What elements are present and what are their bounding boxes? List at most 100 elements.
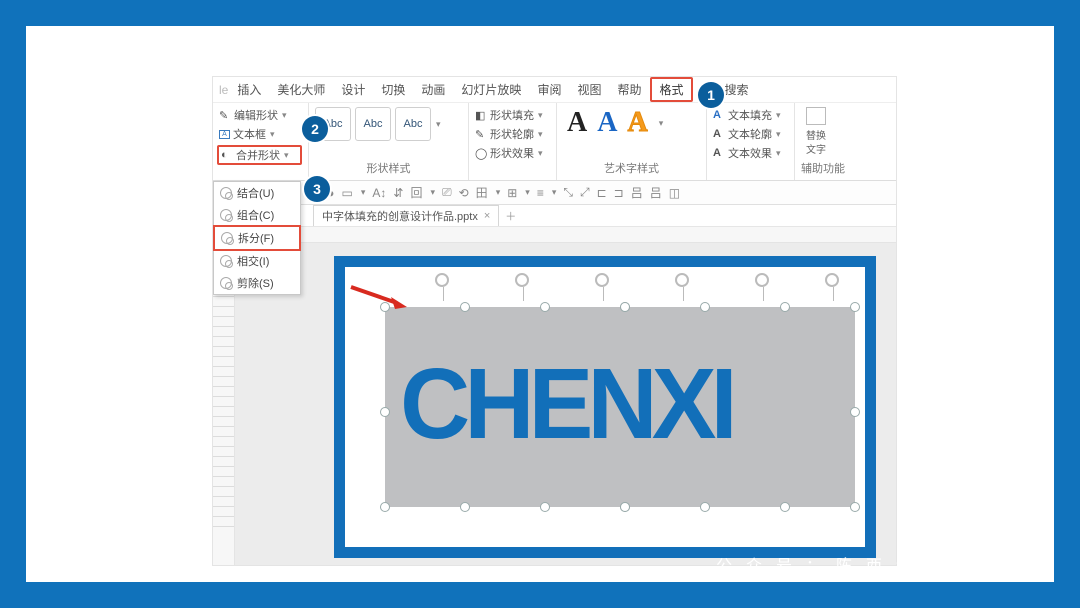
wordart-more-icon[interactable]: ▾ <box>659 118 664 129</box>
merge-subtract[interactable]: 剪除(S) <box>214 272 300 294</box>
wordart-gallery[interactable]: A A A ▾ <box>563 107 700 139</box>
menu-beautify[interactable]: 美化大师 <box>270 79 332 100</box>
accessibility-caption: 辅助功能 <box>801 159 845 176</box>
ribbon-group-shape-styles: Abc Abc Abc ▾ 形状样式 <box>309 103 469 180</box>
qt-icon[interactable]: ◫ <box>669 186 680 200</box>
document-tab[interactable]: 中字体填充的创意设计作品.pptx × <box>313 205 499 226</box>
shape-fill-button[interactable]: ◧形状填充▾ <box>475 107 550 123</box>
text-outline-button[interactable]: A文本轮廓▾ <box>713 126 788 142</box>
resize-handle[interactable] <box>380 502 390 512</box>
qt-icon[interactable]: 回 <box>410 184 422 201</box>
slide-stage[interactable]: CHENXI <box>235 227 896 565</box>
alt-text-icon <box>806 107 826 125</box>
fill-icon: ◧ <box>475 109 487 121</box>
resize-handle[interactable] <box>540 502 550 512</box>
close-tab-icon[interactable]: × <box>484 210 490 222</box>
text-fx-icon: A <box>713 147 725 159</box>
resize-handle[interactable] <box>850 502 860 512</box>
resize-handle[interactable] <box>380 407 390 417</box>
wordart-style-2[interactable]: A <box>597 107 617 139</box>
ribbon-group-wordart: A A A ▾ 艺术字样式 <box>557 103 707 180</box>
merge-split[interactable]: 拆分(F) <box>213 225 301 251</box>
resize-handle[interactable] <box>620 302 630 312</box>
outer-frame: le 插入 美化大师 设计 切换 动画 幻灯片放映 审阅 视图 帮助 格式 🔍 … <box>26 26 1054 582</box>
shape-effects-button[interactable]: ◯形状效果▾ <box>475 145 550 161</box>
qt-icon[interactable]: ⊐ <box>614 186 624 200</box>
outline-icon: ✎ <box>475 128 487 140</box>
resize-handle[interactable] <box>620 502 630 512</box>
resize-handle[interactable] <box>850 407 860 417</box>
qt-icon[interactable]: ⎚ <box>442 185 452 200</box>
badge-2: 2 <box>302 116 328 142</box>
ribbon-group-shape-fill: ◧形状填充▾ ✎形状轮廓▾ ◯形状效果▾ <box>469 103 557 180</box>
qt-icon[interactable]: 田 <box>476 184 488 201</box>
resize-handle[interactable] <box>700 502 710 512</box>
merge-shapes-button[interactable]: ◐合并形状▾ <box>217 145 302 165</box>
textbox-icon: A <box>219 130 230 139</box>
text-effects-button[interactable]: A文本效果▾ <box>713 145 788 161</box>
resize-handle[interactable] <box>780 502 790 512</box>
qt-icon[interactable]: ▭ <box>342 186 353 200</box>
qt-icon[interactable]: 吕 <box>631 184 643 201</box>
shape-outline-button[interactable]: ✎形状轮廓▾ <box>475 126 550 142</box>
resize-handle[interactable] <box>540 302 550 312</box>
menu-help[interactable]: 帮助 <box>610 79 648 100</box>
wordart-style-3[interactable]: A <box>627 107 647 139</box>
new-tab-icon[interactable]: ＋ <box>505 208 516 224</box>
qt-icon[interactable]: ⤡ <box>563 185 573 200</box>
menu-slideshow[interactable]: 幻灯片放映 <box>454 79 528 100</box>
slide-page[interactable]: CHENXI <box>335 257 875 557</box>
badge-3: 3 <box>304 176 330 202</box>
rotate-handle[interactable] <box>435 273 449 287</box>
resize-handle[interactable] <box>850 302 860 312</box>
merge-icon: ◐ <box>221 149 233 161</box>
menu-transition[interactable]: 切换 <box>374 79 412 100</box>
qt-icon[interactable]: 吕 <box>650 184 662 201</box>
qt-icon[interactable]: ⤢ <box>580 185 590 200</box>
wordart-style-1[interactable]: A <box>567 107 587 139</box>
rotate-handle[interactable] <box>515 273 529 287</box>
wordart-caption: 艺术字样式 <box>563 159 700 176</box>
qt-icon[interactable]: ⇵ <box>393 186 403 200</box>
file-partial: le <box>219 83 228 97</box>
selection-box[interactable]: CHENXI <box>385 307 855 507</box>
menu-view[interactable]: 视图 <box>570 79 608 100</box>
rotate-handle[interactable] <box>825 273 839 287</box>
resize-handle[interactable] <box>700 302 710 312</box>
qt-icon[interactable]: A↕ <box>372 186 386 200</box>
shape-style-3[interactable]: Abc <box>395 107 431 141</box>
resize-handle[interactable] <box>780 302 790 312</box>
text-fill-button[interactable]: A文本填充▾ <box>713 107 788 123</box>
merge-union[interactable]: 结合(U) <box>214 182 300 204</box>
ribbon-group-accessibility: 替换 文字 辅助功能 <box>795 103 851 180</box>
merge-shapes-dropdown: 结合(U) 组合(C) 拆分(F) 相交(I) 剪除(S) <box>213 181 301 295</box>
menu-format[interactable]: 格式 <box>650 77 692 102</box>
textbox-button[interactable]: A文本框▾ <box>219 126 302 142</box>
resize-handle[interactable] <box>460 502 470 512</box>
resize-handle[interactable] <box>460 302 470 312</box>
ribbon-group-text-fill: A文本填充▾ A文本轮廓▾ A文本效果▾ <box>707 103 795 180</box>
menu-review[interactable]: 审阅 <box>530 79 568 100</box>
menu-design[interactable]: 设计 <box>334 79 372 100</box>
qt-icon[interactable]: ⟲ <box>459 186 469 200</box>
merge-combine[interactable]: 组合(C) <box>214 204 300 226</box>
edit-shape-icon: ✎ <box>219 109 231 121</box>
shape-style-2[interactable]: Abc <box>355 107 391 141</box>
canvas-area: CHENXI <box>213 227 896 565</box>
rotate-handle[interactable] <box>595 273 609 287</box>
qt-icon[interactable]: ⊞ <box>507 186 517 200</box>
shape-style-gallery[interactable]: Abc Abc Abc ▾ <box>315 107 462 141</box>
rotate-handle[interactable] <box>755 273 769 287</box>
subtract-icon <box>220 277 232 289</box>
edit-shape-button[interactable]: ✎编辑形状▾ <box>219 107 302 123</box>
menu-insert[interactable]: 插入 <box>230 79 268 100</box>
merge-intersect[interactable]: 相交(I) <box>214 250 300 272</box>
alt-text-button[interactable]: 替换 文字 <box>801 107 831 156</box>
text-fill-icon: A <box>713 109 725 121</box>
menu-animation[interactable]: 动画 <box>414 79 452 100</box>
chenxi-text[interactable]: CHENXI <box>400 347 732 462</box>
rotate-handle[interactable] <box>675 273 689 287</box>
qt-icon[interactable]: ⊏ <box>597 186 607 200</box>
gallery-more-icon[interactable]: ▾ <box>436 119 441 130</box>
qt-icon[interactable]: ≡ <box>537 186 544 200</box>
